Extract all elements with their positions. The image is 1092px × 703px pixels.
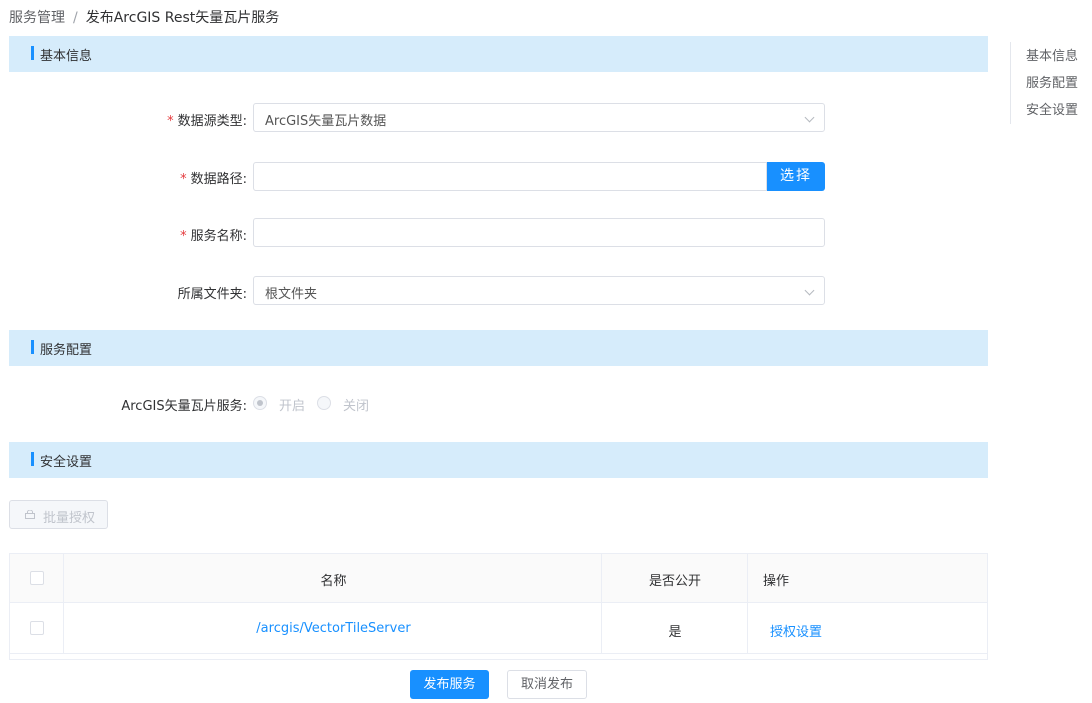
breadcrumb: 服务管理 / 发布ArcGIS Rest矢量瓦片服务 bbox=[9, 7, 279, 27]
required-mark: * bbox=[167, 114, 174, 129]
breadcrumb-parent[interactable]: 服务管理 bbox=[9, 10, 65, 26]
radio-disable-label[interactable]: 关闭 bbox=[343, 395, 369, 414]
service-table: 名称 是否公开 操作 /arcgis/VectorTileServer 是 授权… bbox=[9, 553, 988, 660]
section-title-security: 安全设置 bbox=[40, 455, 93, 470]
batch-authorize-label: 批量授权 bbox=[43, 511, 96, 526]
required-mark: * bbox=[180, 172, 187, 187]
section-accent-bar bbox=[31, 340, 34, 354]
row-checkbox[interactable] bbox=[30, 621, 44, 635]
datasource-type-value: ArcGIS矢量瓦片数据 bbox=[265, 114, 387, 129]
section-header-basic: 基本信息 bbox=[9, 36, 988, 72]
datasource-type-select[interactable]: ArcGIS矢量瓦片数据 bbox=[253, 103, 825, 132]
anchor-item-service-config[interactable]: 服务配置 bbox=[1026, 72, 1078, 91]
column-header-action: 操作 bbox=[762, 574, 789, 589]
folder-value: 根文件夹 bbox=[265, 287, 318, 302]
cancel-publish-button[interactable]: 取消发布 bbox=[507, 670, 587, 699]
publish-service-button[interactable]: 发布服务 bbox=[410, 670, 489, 699]
section-header-security: 安全设置 bbox=[9, 442, 988, 478]
authorize-settings-link[interactable]: 授权设置 bbox=[768, 621, 824, 640]
section-accent-bar bbox=[31, 452, 34, 466]
column-divider bbox=[747, 554, 748, 654]
service-name-input[interactable] bbox=[253, 218, 825, 247]
section-title-basic: 基本信息 bbox=[40, 49, 93, 64]
column-divider bbox=[63, 554, 64, 654]
table-header: 名称 是否公开 操作 bbox=[10, 554, 987, 603]
anchor-item-security[interactable]: 安全设置 bbox=[1026, 99, 1078, 118]
radio-enable[interactable] bbox=[253, 396, 267, 410]
section-accent-bar bbox=[31, 46, 34, 60]
anchor-nav: 基本信息 服务配置 安全设置 bbox=[1010, 42, 1092, 124]
service-name-label: * 服务名称: bbox=[180, 229, 247, 244]
table-row: /arcgis/VectorTileServer 是 授权设置 bbox=[10, 603, 987, 654]
vector-tile-service-label: ArcGIS矢量瓦片服务: bbox=[121, 399, 247, 414]
chevron-down-icon bbox=[804, 112, 815, 123]
breadcrumb-separator: / bbox=[73, 10, 78, 26]
public-value: 是 bbox=[668, 625, 682, 640]
select-path-button[interactable]: 选择 bbox=[767, 162, 825, 191]
column-divider bbox=[601, 554, 602, 654]
column-header-name: 名称 bbox=[320, 574, 347, 589]
service-name-link[interactable]: /arcgis/VectorTileServer bbox=[65, 621, 602, 636]
column-header-public: 是否公开 bbox=[648, 574, 701, 589]
lock-icon bbox=[25, 510, 35, 519]
chevron-down-icon bbox=[804, 285, 815, 296]
batch-authorize-button[interactable]: 批量授权 bbox=[9, 500, 108, 529]
data-path-input[interactable] bbox=[253, 162, 767, 191]
radio-enable-label[interactable]: 开启 bbox=[279, 395, 305, 414]
folder-select[interactable]: 根文件夹 bbox=[253, 276, 825, 305]
folder-label: 所属文件夹: bbox=[177, 287, 247, 302]
anchor-item-basic[interactable]: 基本信息 bbox=[1026, 45, 1078, 64]
radio-disable[interactable] bbox=[317, 396, 331, 410]
data-path-label: * 数据路径: bbox=[180, 172, 247, 187]
select-all-checkbox[interactable] bbox=[30, 571, 44, 585]
required-mark: * bbox=[180, 229, 187, 244]
section-title-service-config: 服务配置 bbox=[40, 343, 93, 358]
breadcrumb-current: 发布ArcGIS Rest矢量瓦片服务 bbox=[85, 10, 280, 26]
datasource-type-label: * 数据源类型: bbox=[167, 114, 247, 129]
section-header-service-config: 服务配置 bbox=[9, 330, 988, 366]
